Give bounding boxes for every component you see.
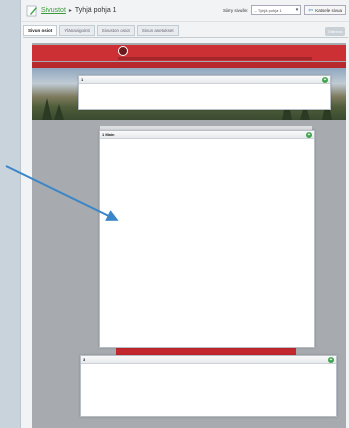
block-name: 1 Main xyxy=(102,132,115,137)
goto-page-select[interactable]: -- Tyhjä pohja 1 ▾ xyxy=(251,5,302,15)
breadcrumb-sites-link[interactable]: Sivustot xyxy=(41,7,66,14)
tab-page-settings[interactable]: Sivun asetukset xyxy=(136,25,179,36)
tab-top-navigation[interactable]: Ylänavigointi xyxy=(59,25,95,36)
tab-bar: Sivun osiot Ylänavigointi Sivuston osiot… xyxy=(23,25,179,36)
block-name: 1 xyxy=(81,77,84,82)
plus-icon[interactable]: + xyxy=(306,131,312,138)
arrow-left-icon: ⇦ xyxy=(308,7,314,14)
top-bar: Sivustot ▸ Tyhjä pohja 1 Siirry sivulle:… xyxy=(21,0,349,22)
section-block-1[interactable]: 1 + xyxy=(78,75,331,110)
section-block-main[interactable]: 1 Main + xyxy=(99,130,315,348)
tab-page-sections[interactable]: Sivun osiot xyxy=(23,25,58,36)
view-page-button[interactable]: ⇦ Katsele sivua xyxy=(304,5,346,15)
chevron-down-icon: ▾ xyxy=(295,7,299,13)
site-menu-preview xyxy=(118,57,258,60)
site-menu-right-preview xyxy=(242,57,312,60)
plus-icon[interactable]: + xyxy=(328,356,334,363)
page-tools: Siirry sivulle: -- Tyhjä pohja 1 ▾ ⇦ Kat… xyxy=(223,5,346,15)
breadcrumb-separator: ▸ xyxy=(68,8,72,14)
editor-window: Sivustot ▸ Tyhjä pohja 1 Siirry sivulle:… xyxy=(20,0,349,428)
view-page-label: Katsele sivua xyxy=(315,7,342,13)
page-title: Tyhjä pohja 1 xyxy=(74,7,117,14)
tab-divider xyxy=(23,37,348,38)
block-header: 3 + xyxy=(81,356,336,364)
tree-shape xyxy=(42,98,52,120)
tab-site-sections[interactable]: Sivuston osiot xyxy=(96,25,135,36)
site-header-preview xyxy=(32,45,346,61)
section-block-3[interactable]: 3 + xyxy=(80,355,337,417)
pencil-icon xyxy=(26,5,37,16)
tree-shape xyxy=(54,104,64,120)
block-name: 3 xyxy=(83,357,86,362)
plus-icon[interactable]: + xyxy=(322,76,328,83)
save-button[interactable]: Tallenna xyxy=(325,27,345,36)
goto-select-value: -- Tyhjä pohja 1 xyxy=(254,8,282,13)
goto-label: Siirry sivulle: xyxy=(222,7,249,13)
block-header: 1 + xyxy=(79,76,330,84)
site-logo xyxy=(118,46,128,56)
block-header: 1 Main + xyxy=(100,131,314,139)
